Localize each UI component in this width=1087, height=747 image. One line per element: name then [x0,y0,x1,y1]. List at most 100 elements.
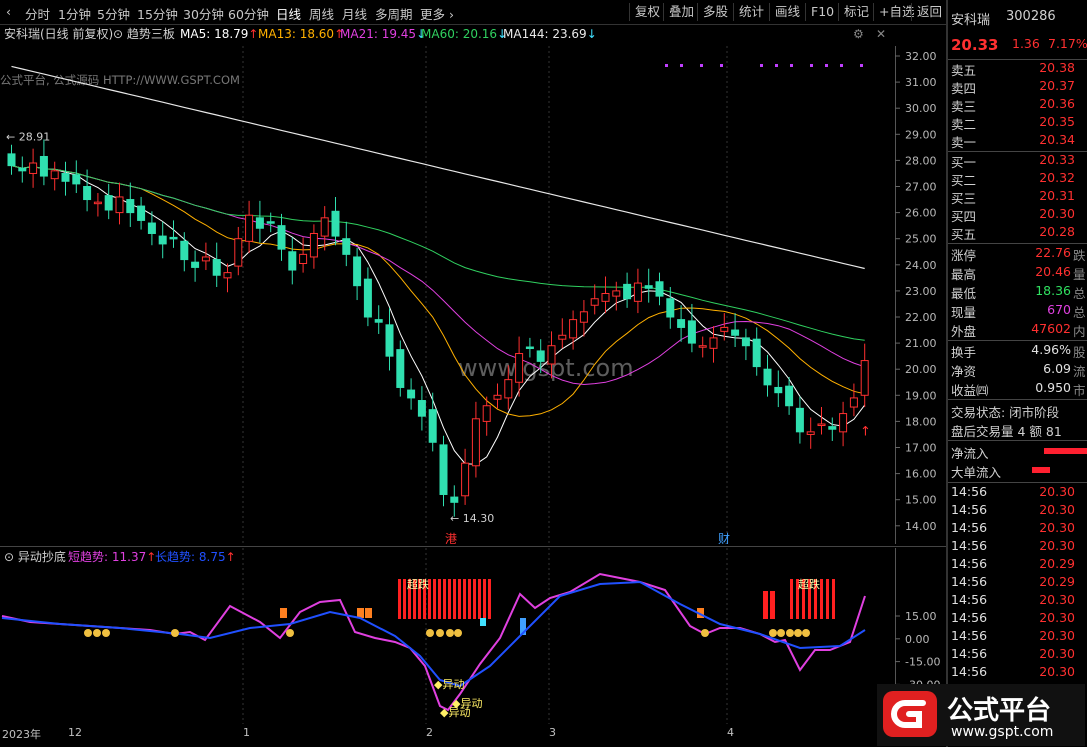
tick-row: 14:56 20.30 [950,484,1087,502]
candle-body [828,426,837,430]
period-tab-30min[interactable]: 30分钟 [183,4,224,23]
chevron-right-icon: › [449,7,454,22]
tick-price: 20.30 [1039,628,1075,643]
candle-body [806,431,815,435]
logo-mark-icon [883,691,937,737]
bid-label: 买四 [951,209,977,224]
period-tab-15min[interactable]: 15分钟 [137,4,178,23]
signal-dot [665,64,668,67]
candle-body [849,397,858,408]
period-tab-5min[interactable]: 5分钟 [97,4,130,23]
toolbar-button-adjust[interactable]: 复权 [629,3,665,21]
toolbar-button-overlay[interactable]: 叠加 [663,3,699,21]
toolbar-button-back[interactable]: 返回 [911,3,947,21]
close-icon[interactable]: ✕ [876,27,886,41]
y-tick-label: 24.00 [905,259,937,272]
signal-bar [433,579,436,619]
candle-body [590,298,599,306]
candle-body [633,282,642,302]
short-trend-value: 11.37 [112,550,146,564]
ma5-name: MA5 [180,27,206,41]
indicator-chart[interactable]: ⊙ 异动抄底 短趋势: 11.37↑ 长趋势: 8.75↑ 超跌 超跌 ◆异动 ◆异动… [0,546,946,724]
toolbar-button-f10[interactable]: F10 [805,3,839,21]
period-tab-weekly[interactable]: 周线 [309,4,334,23]
stat-value: 4.96% [1031,342,1071,357]
money-bag-icon [794,629,802,637]
overbought-label: 超跌 [407,577,429,591]
candle-body [320,217,329,237]
net-inflow-row: 净流入 [950,443,1087,461]
signal-bar [403,579,406,619]
y-tick-label: 32.00 [905,50,937,63]
tick-time: 14:56 [951,628,988,643]
stat-value: 22.76 [1035,245,1071,260]
stat-suffix: 流 [1073,364,1086,379]
candle-body [720,326,729,332]
toolbar-button-draw[interactable]: 画线 [769,3,805,21]
ask-label: 卖五 [951,63,977,78]
y-tick-label: 21.00 [905,337,937,350]
tick-row: 14:56 20.29 [950,574,1087,592]
ma13-line [11,165,865,417]
quote-panel: 安科瑞 300286 20.33 1.36 7.17% 卖五 20.38 卖四 20… [946,0,1087,747]
tick-row: 14:56 20.29 [950,556,1087,574]
period-tab-intraday[interactable]: 分时 [25,4,50,23]
signal-dot [825,64,828,67]
ma144-line [11,65,865,270]
bid-row: 买一 20.33 [950,152,1087,170]
tick-price: 20.30 [1039,592,1075,607]
ask-row: 卖四 20.37 [950,78,1087,96]
stat-current-volume: 现量 670 总 [950,302,1087,320]
chevron-left-icon[interactable]: ‹ [6,4,11,19]
signal-dot [810,64,813,67]
stat-suffix: 跌 [1073,248,1086,263]
y-tick-label: 18.00 [905,415,937,428]
period-tab-daily[interactable]: 日线 [276,4,301,23]
stat-label: 现量 [951,305,977,320]
signal-dot [840,64,843,67]
y-tick-label: 0.00 [905,633,930,646]
settings-gear-icon[interactable]: ⚙ [853,27,864,41]
candle-body [353,256,362,287]
period-tab-multi[interactable]: 多周期 [375,4,413,23]
more-menu[interactable]: 更多 › [420,4,454,23]
money-bag-icon [769,629,777,637]
ma13-value: 18.60 [300,27,334,41]
period-tab-60min[interactable]: 60分钟 [228,4,269,23]
brand-logo: 公式平台 www.gspt.com [877,684,1085,746]
money-bag-icon [436,629,444,637]
toolbar-button-multistock[interactable]: 多股 [697,3,733,21]
money-bag-icon [446,629,454,637]
long-trend-value: 8.75 [199,550,226,564]
ma60-name: MA60 [421,27,455,41]
toolbar-button-mark[interactable]: 标记 [838,3,874,21]
ask-price: 20.36 [1039,96,1075,111]
period-tab-monthly[interactable]: 月线 [342,4,367,23]
ma144-name: MA144 [503,27,544,41]
ma21-line [11,165,865,386]
bid-row: 买三 20.31 [950,188,1087,206]
candlestick-chart[interactable]: 安科瑞(日线 前复权) ⊙ 趋势三板 MA5: 18.79↑ MA13: 18.… [0,24,946,544]
candle-body [277,225,286,250]
toolbar-button-stats[interactable]: 统计 [733,3,769,21]
candle-body [266,221,275,224]
indicator-selector[interactable]: ⊙ 趋势三板 [113,27,175,41]
tick-price: 20.30 [1039,484,1075,499]
tick-time: 14:56 [951,664,988,679]
candle-body [558,334,567,340]
short-trend-legend: 短趋势: 11.37↑ [68,550,156,564]
signal-bar [790,579,793,619]
period-tab-1min[interactable]: 1分钟 [58,4,91,23]
candle-body [536,350,545,362]
y-tick-label: 15.00 [905,494,937,507]
candle-body [644,285,653,289]
ask-row: 卖五 20.38 [950,60,1087,78]
ask-label: 卖四 [951,81,977,96]
tick-price: 20.30 [1039,664,1075,679]
candle-body [493,394,502,400]
stat-high: 最高 20.46 量 [950,264,1087,282]
bid-row: 买五 20.28 [950,224,1087,242]
tick-price: 20.30 [1039,502,1075,517]
candle-body [731,329,740,336]
candle-body [785,385,794,407]
